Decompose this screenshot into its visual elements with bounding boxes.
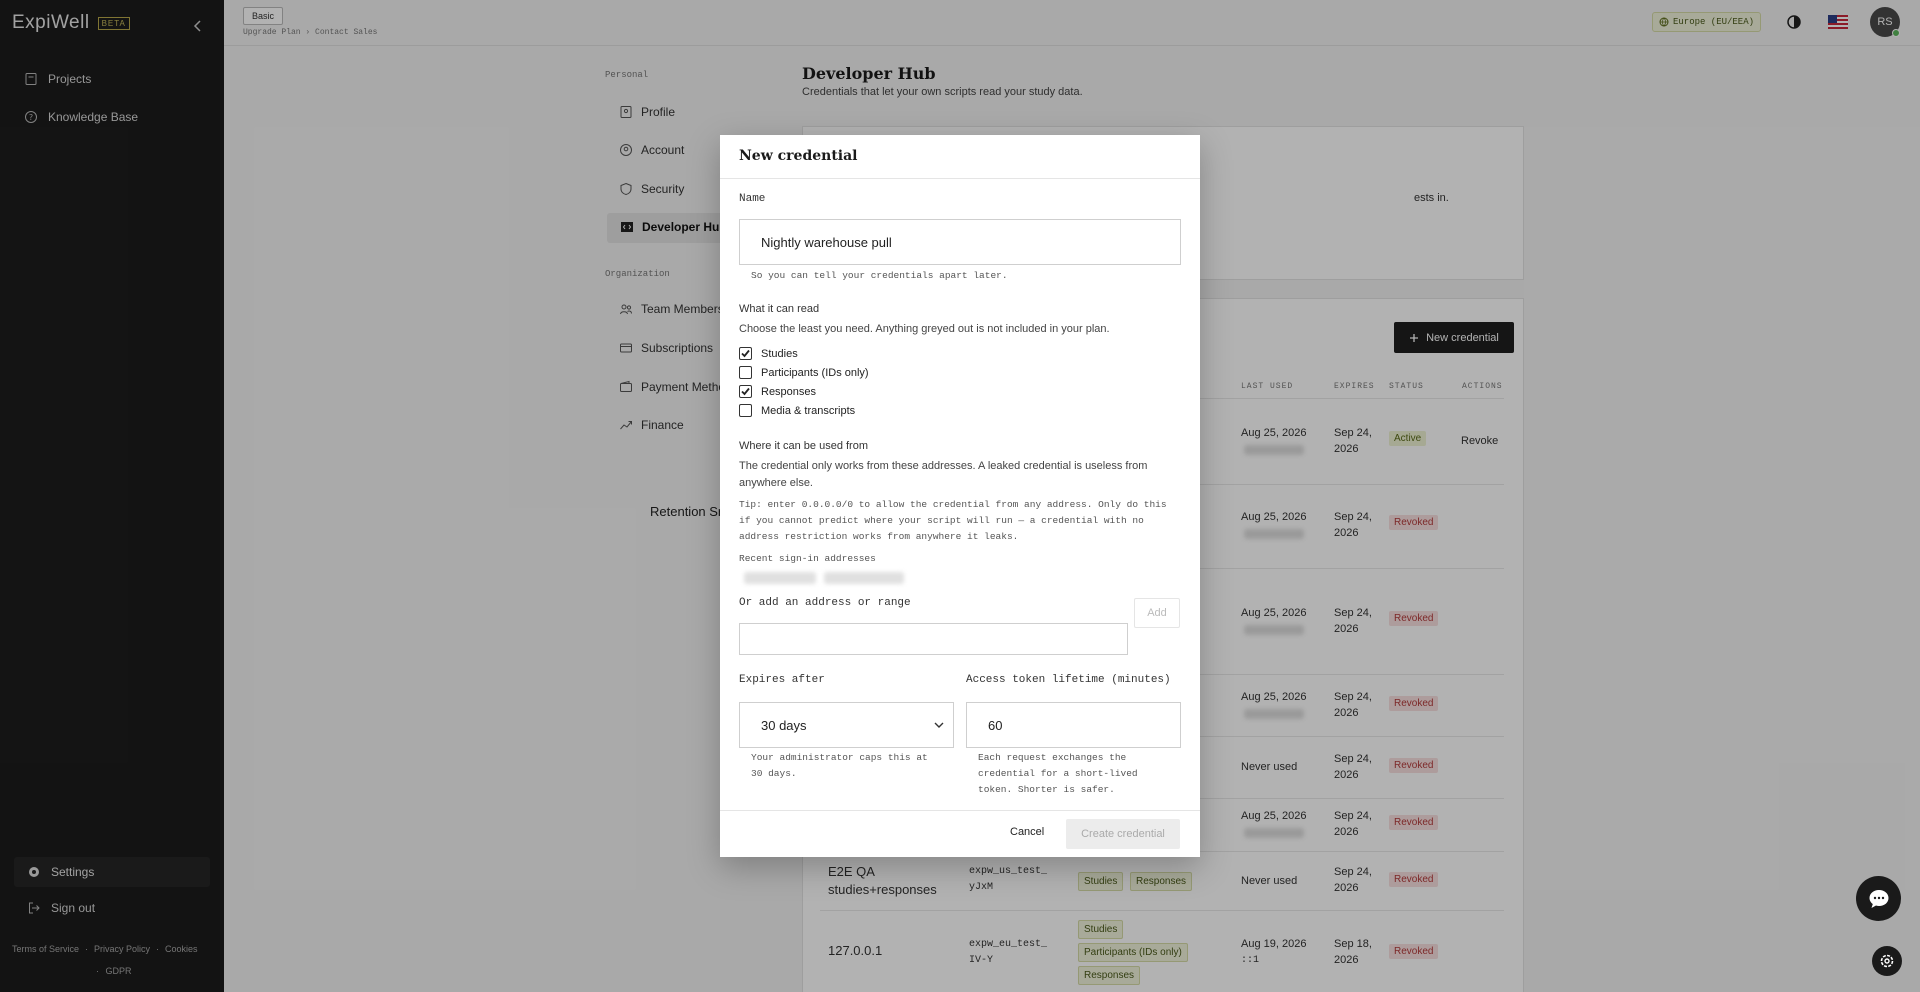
expires-hint: Your administrator caps this at (751, 752, 928, 763)
checkbox-unchecked[interactable] (739, 366, 752, 379)
scope-label: Media & transcripts (761, 404, 856, 417)
expires-selected-value: 30 days (761, 717, 807, 733)
expires-select[interactable]: 30 days (739, 702, 954, 748)
read-title: What it can read (739, 303, 820, 315)
checkbox-unchecked[interactable] (739, 404, 752, 417)
scope-label: Participants (IDs only) (761, 366, 869, 379)
lifetime-input[interactable]: 60 (966, 702, 1181, 748)
recent-addresses-label: Recent sign-in addresses (739, 553, 876, 564)
recent-address-chip[interactable] (824, 572, 904, 584)
dialog-footer-divider (720, 810, 1200, 811)
chat-button[interactable] (1856, 876, 1901, 921)
lifetime-hint: Each request exchanges the (978, 752, 1127, 763)
create-credential-button[interactable]: Create credential (1066, 819, 1180, 849)
chevron-down-icon (934, 722, 944, 728)
add-address-label: Or add an address or range (739, 597, 911, 609)
name-input[interactable]: Nightly warehouse pull (739, 219, 1181, 265)
where-description-line2: anywhere else. (739, 477, 813, 489)
tip-line1: Tip: enter 0.0.0.0/0 to allow the creden… (739, 499, 1167, 510)
check-icon (741, 349, 750, 358)
gear-icon (1880, 954, 1894, 968)
expires-label: Expires after (739, 674, 825, 686)
where-description: The credential only works from these add… (739, 460, 1148, 472)
lifetime-hint-line3: token. Shorter is safer. (978, 784, 1115, 795)
tip-line2: if you cannot predict where your script … (739, 515, 1144, 526)
chat-bubble-icon (1869, 889, 1888, 908)
checkbox-checked[interactable] (739, 347, 752, 360)
lifetime-label: Access token lifetime (minutes) (966, 674, 1171, 686)
recent-address-chip[interactable] (744, 572, 816, 584)
scope-studies[interactable]: Studies (739, 347, 798, 360)
scope-label: Responses (761, 385, 817, 398)
preferences-button[interactable] (1872, 946, 1902, 976)
scope-responses[interactable]: Responses (739, 385, 816, 398)
scope-label: Studies (761, 347, 798, 360)
name-hint: So you can tell your credentials apart l… (751, 270, 1008, 281)
where-title: Where it can be used from (739, 440, 869, 452)
dialog-header: New credential (720, 135, 1200, 179)
name-label: Name (739, 193, 766, 205)
read-description: Choose the least you need. Anything grey… (739, 323, 1110, 335)
tip-line3: address restriction works from anywhere … (739, 531, 1019, 542)
scope-media[interactable]: Media & transcripts (739, 404, 855, 417)
dialog-title: New credential (739, 148, 858, 164)
check-icon (741, 387, 750, 396)
scope-participants[interactable]: Participants (IDs only) (739, 366, 869, 379)
add-address-button[interactable]: Add (1134, 598, 1180, 628)
lifetime-hint-line2: credential for a short-lived (978, 768, 1138, 779)
cancel-button[interactable]: Cancel (1010, 826, 1044, 838)
new-credential-dialog: New credential Name Nightly warehouse pu… (720, 135, 1200, 857)
expires-hint-line2: 30 days. (751, 768, 797, 779)
checkbox-checked[interactable] (739, 385, 752, 398)
address-input[interactable] (739, 623, 1128, 655)
